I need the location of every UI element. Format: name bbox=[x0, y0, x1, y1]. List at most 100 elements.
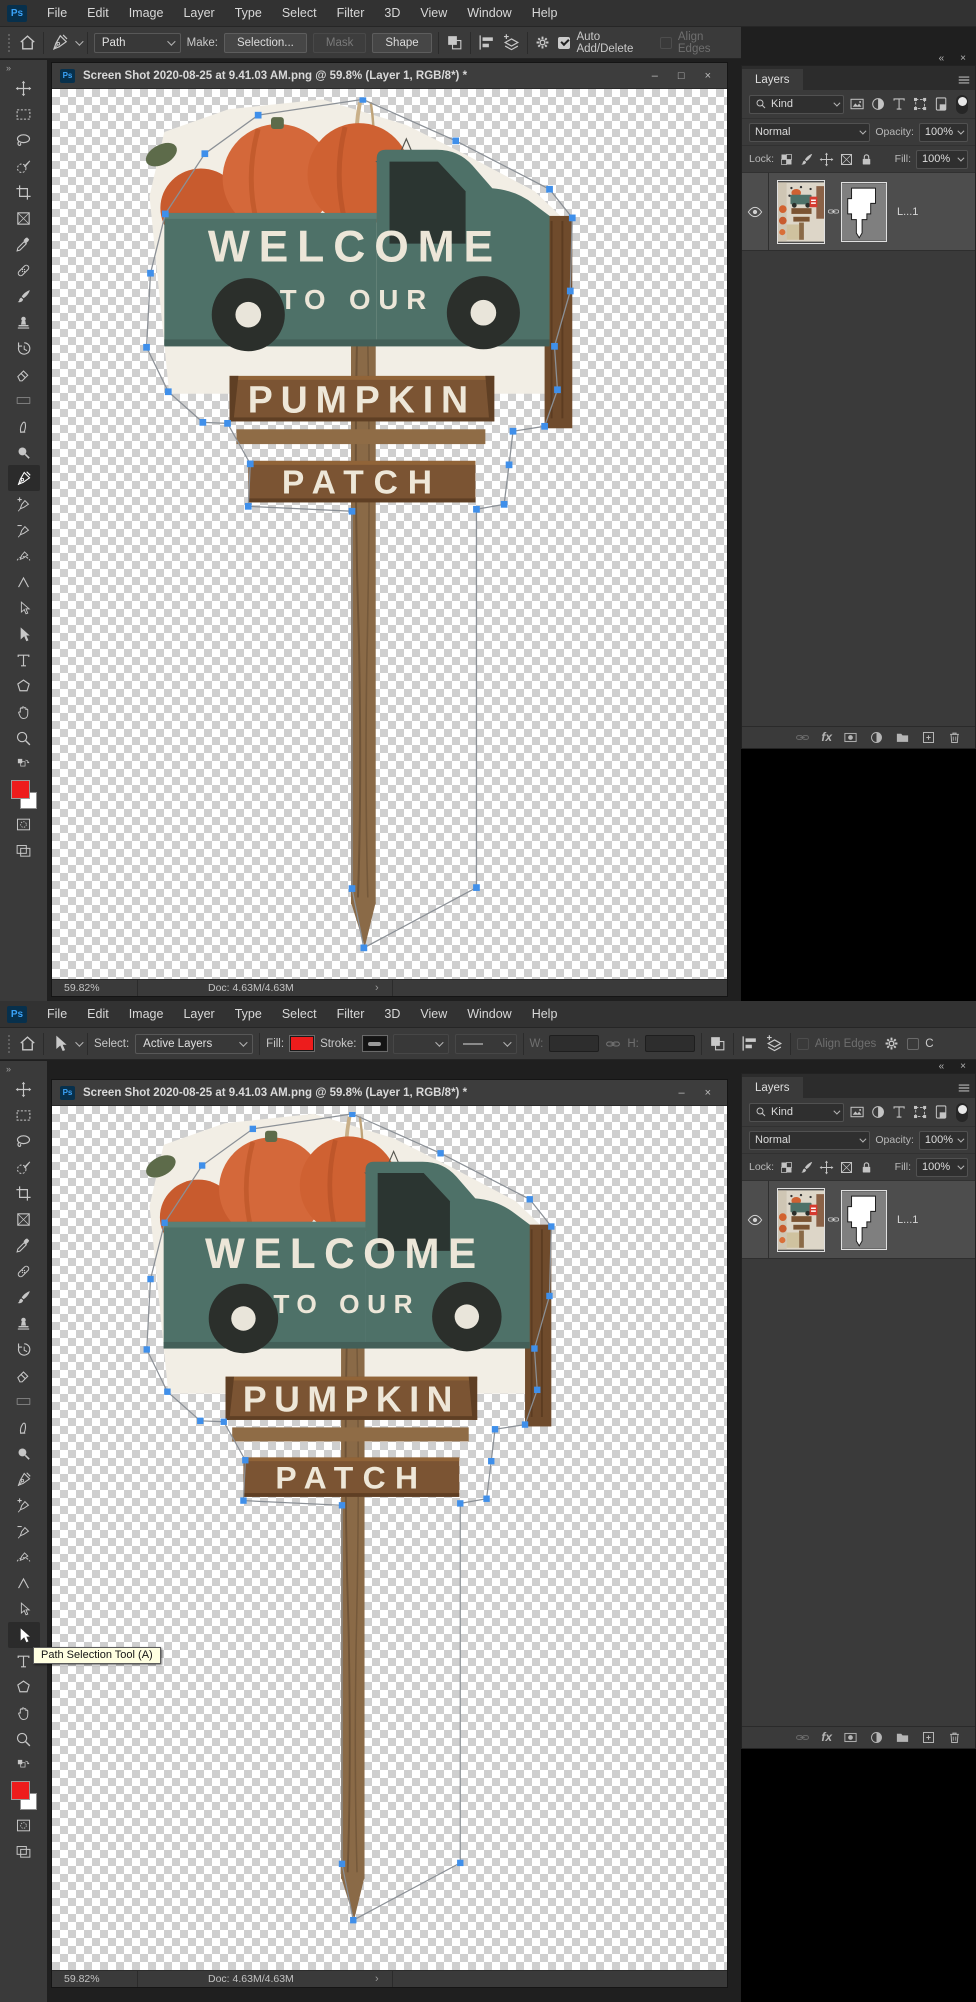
home-icon[interactable] bbox=[18, 33, 37, 52]
lock-artboard-icon[interactable] bbox=[839, 152, 854, 167]
menu-item-layer[interactable]: Layer bbox=[173, 1001, 224, 1028]
gradient-tool[interactable] bbox=[8, 387, 40, 413]
delete-layer-trash-icon[interactable] bbox=[947, 1730, 962, 1745]
curvature-pen-tool[interactable] bbox=[8, 1544, 40, 1570]
history-brush-tool[interactable] bbox=[8, 1336, 40, 1362]
layer-name[interactable]: L...1 bbox=[897, 206, 918, 218]
lock-position-icon[interactable] bbox=[819, 152, 834, 167]
foreground-color-swatch[interactable] bbox=[10, 780, 30, 799]
path-arrangement-icon[interactable] bbox=[765, 1034, 784, 1053]
fill-dropdown[interactable]: 100% bbox=[916, 149, 968, 169]
pick-tool-mode-dropdown[interactable]: Path bbox=[93, 32, 181, 53]
lock-transparency-icon[interactable] bbox=[779, 1160, 794, 1175]
constrain-checkbox[interactable] bbox=[907, 1037, 920, 1050]
quick-mask-icon[interactable] bbox=[8, 1812, 40, 1838]
status-chevron-icon[interactable]: › bbox=[375, 982, 379, 994]
dodge-tool[interactable] bbox=[8, 1440, 40, 1466]
document-title-bar[interactable]: Ps Screen Shot 2020-08-25 at 9.41.03 AM.… bbox=[52, 63, 727, 89]
align-edges-checkbox[interactable] bbox=[796, 1037, 809, 1050]
menu-item-file[interactable]: File bbox=[37, 0, 77, 27]
smudge-tool[interactable] bbox=[8, 1414, 40, 1440]
brush-tool[interactable] bbox=[8, 1284, 40, 1310]
menu-item-view[interactable]: View bbox=[410, 0, 457, 27]
menu-item-select[interactable]: Select bbox=[272, 0, 327, 27]
layer-row-layer-1[interactable]: L...1 bbox=[742, 1181, 975, 1259]
filter-toggle-switch[interactable] bbox=[956, 94, 969, 114]
foreground-background-swatches[interactable] bbox=[8, 1780, 40, 1812]
close-icon[interactable]: × bbox=[705, 1087, 711, 1099]
lock-transparency-icon[interactable] bbox=[779, 152, 794, 167]
add-layer-mask-icon[interactable] bbox=[843, 730, 858, 745]
lock-artboard-icon[interactable] bbox=[839, 1160, 854, 1175]
eyedropper-tool[interactable] bbox=[8, 1232, 40, 1258]
status-chevron-icon[interactable]: › bbox=[375, 1973, 379, 1985]
zoom-tool[interactable] bbox=[8, 725, 40, 751]
layer-row-layer-1[interactable]: L...1 bbox=[742, 173, 975, 251]
smudge-tool[interactable] bbox=[8, 413, 40, 439]
select-mode-dropdown[interactable]: Active Layers bbox=[135, 1033, 254, 1054]
add-anchor-point-tool[interactable] bbox=[8, 1492, 40, 1518]
add-layer-mask-icon[interactable] bbox=[843, 1730, 858, 1745]
layer-mask-thumbnail[interactable] bbox=[841, 1189, 887, 1250]
options-gear-icon[interactable] bbox=[882, 1034, 901, 1053]
shape-fill-swatch[interactable] bbox=[289, 1035, 316, 1052]
menu-item-window[interactable]: Window bbox=[457, 0, 521, 27]
layer-mask-thumbnail[interactable] bbox=[841, 181, 887, 242]
document-size-field[interactable]: Doc: 4.63M/4.63M bbox=[138, 1971, 393, 1987]
layers-panel-tab[interactable]: Layers bbox=[742, 69, 803, 90]
filter-pixel-layers-icon[interactable] bbox=[849, 1103, 865, 1121]
align-edges-checkbox[interactable] bbox=[659, 36, 672, 49]
frame-tool[interactable] bbox=[8, 205, 40, 231]
eraser-tool[interactable] bbox=[8, 1362, 40, 1388]
shape-stroke-swatch[interactable] bbox=[361, 1035, 388, 1052]
clone-stamp-tool[interactable] bbox=[8, 1310, 40, 1336]
path-operations-icon[interactable] bbox=[445, 33, 464, 52]
home-icon[interactable] bbox=[18, 1034, 37, 1053]
object-selection-tool[interactable] bbox=[8, 1154, 40, 1180]
stroke-type-dropdown[interactable] bbox=[454, 1033, 517, 1054]
close-panel-icon[interactable]: × bbox=[960, 1061, 966, 1072]
direct-selection-tool[interactable] bbox=[8, 595, 40, 621]
object-selection-tool[interactable] bbox=[8, 153, 40, 179]
new-layer-icon[interactable] bbox=[921, 730, 936, 745]
menu-item-type[interactable]: Type bbox=[225, 1001, 272, 1028]
zoom-level-field[interactable]: 59.82% bbox=[52, 1971, 138, 1987]
zoom-level-field[interactable]: 59.82% bbox=[52, 980, 138, 996]
layer-visibility-eye-icon[interactable] bbox=[742, 1181, 769, 1258]
panel-menu-icon[interactable] bbox=[953, 1077, 975, 1098]
new-group-folder-icon[interactable] bbox=[895, 1730, 910, 1745]
opacity-dropdown[interactable]: 100% bbox=[918, 122, 968, 142]
menu-item-window[interactable]: Window bbox=[457, 1001, 521, 1028]
default-swap-colors-icon[interactable] bbox=[8, 751, 40, 777]
healing-brush-tool[interactable] bbox=[8, 257, 40, 283]
filter-shape-layers-icon[interactable] bbox=[912, 1103, 928, 1121]
menu-item-3d[interactable]: 3D bbox=[374, 0, 410, 27]
menu-item-edit[interactable]: Edit bbox=[77, 0, 119, 27]
crop-tool[interactable] bbox=[8, 179, 40, 205]
hand-tool[interactable] bbox=[8, 1700, 40, 1726]
menu-item-layer[interactable]: Layer bbox=[173, 0, 224, 27]
lock-position-icon[interactable] bbox=[819, 1160, 834, 1175]
filter-adjustment-layers-icon[interactable] bbox=[870, 1103, 886, 1121]
close-panel-icon[interactable]: × bbox=[960, 53, 966, 64]
shape-tool[interactable] bbox=[8, 1674, 40, 1700]
add-anchor-point-tool[interactable] bbox=[8, 491, 40, 517]
photoshop-app-icon[interactable]: Ps bbox=[7, 4, 27, 22]
history-brush-tool[interactable] bbox=[8, 335, 40, 361]
move-tool[interactable] bbox=[8, 1076, 40, 1102]
path-operations-icon[interactable] bbox=[708, 1034, 727, 1053]
screen-mode-icon[interactable] bbox=[8, 837, 40, 863]
quick-mask-icon[interactable] bbox=[8, 811, 40, 837]
width-input[interactable] bbox=[549, 1035, 600, 1052]
frame-tool[interactable] bbox=[8, 1206, 40, 1232]
type-tool[interactable] bbox=[8, 647, 40, 673]
delete-anchor-point-tool[interactable] bbox=[8, 1518, 40, 1544]
canvas-area[interactable] bbox=[52, 1106, 727, 1970]
link-layers-icon[interactable] bbox=[795, 730, 810, 745]
adjustment-layer-icon[interactable] bbox=[869, 730, 884, 745]
path-selection-tool[interactable] bbox=[8, 621, 40, 647]
eraser-tool[interactable] bbox=[8, 361, 40, 387]
screen-mode-icon[interactable] bbox=[8, 1838, 40, 1864]
layer-style-fx-icon[interactable]: fx bbox=[821, 730, 832, 745]
make-mask-button[interactable]: Mask bbox=[312, 32, 367, 53]
